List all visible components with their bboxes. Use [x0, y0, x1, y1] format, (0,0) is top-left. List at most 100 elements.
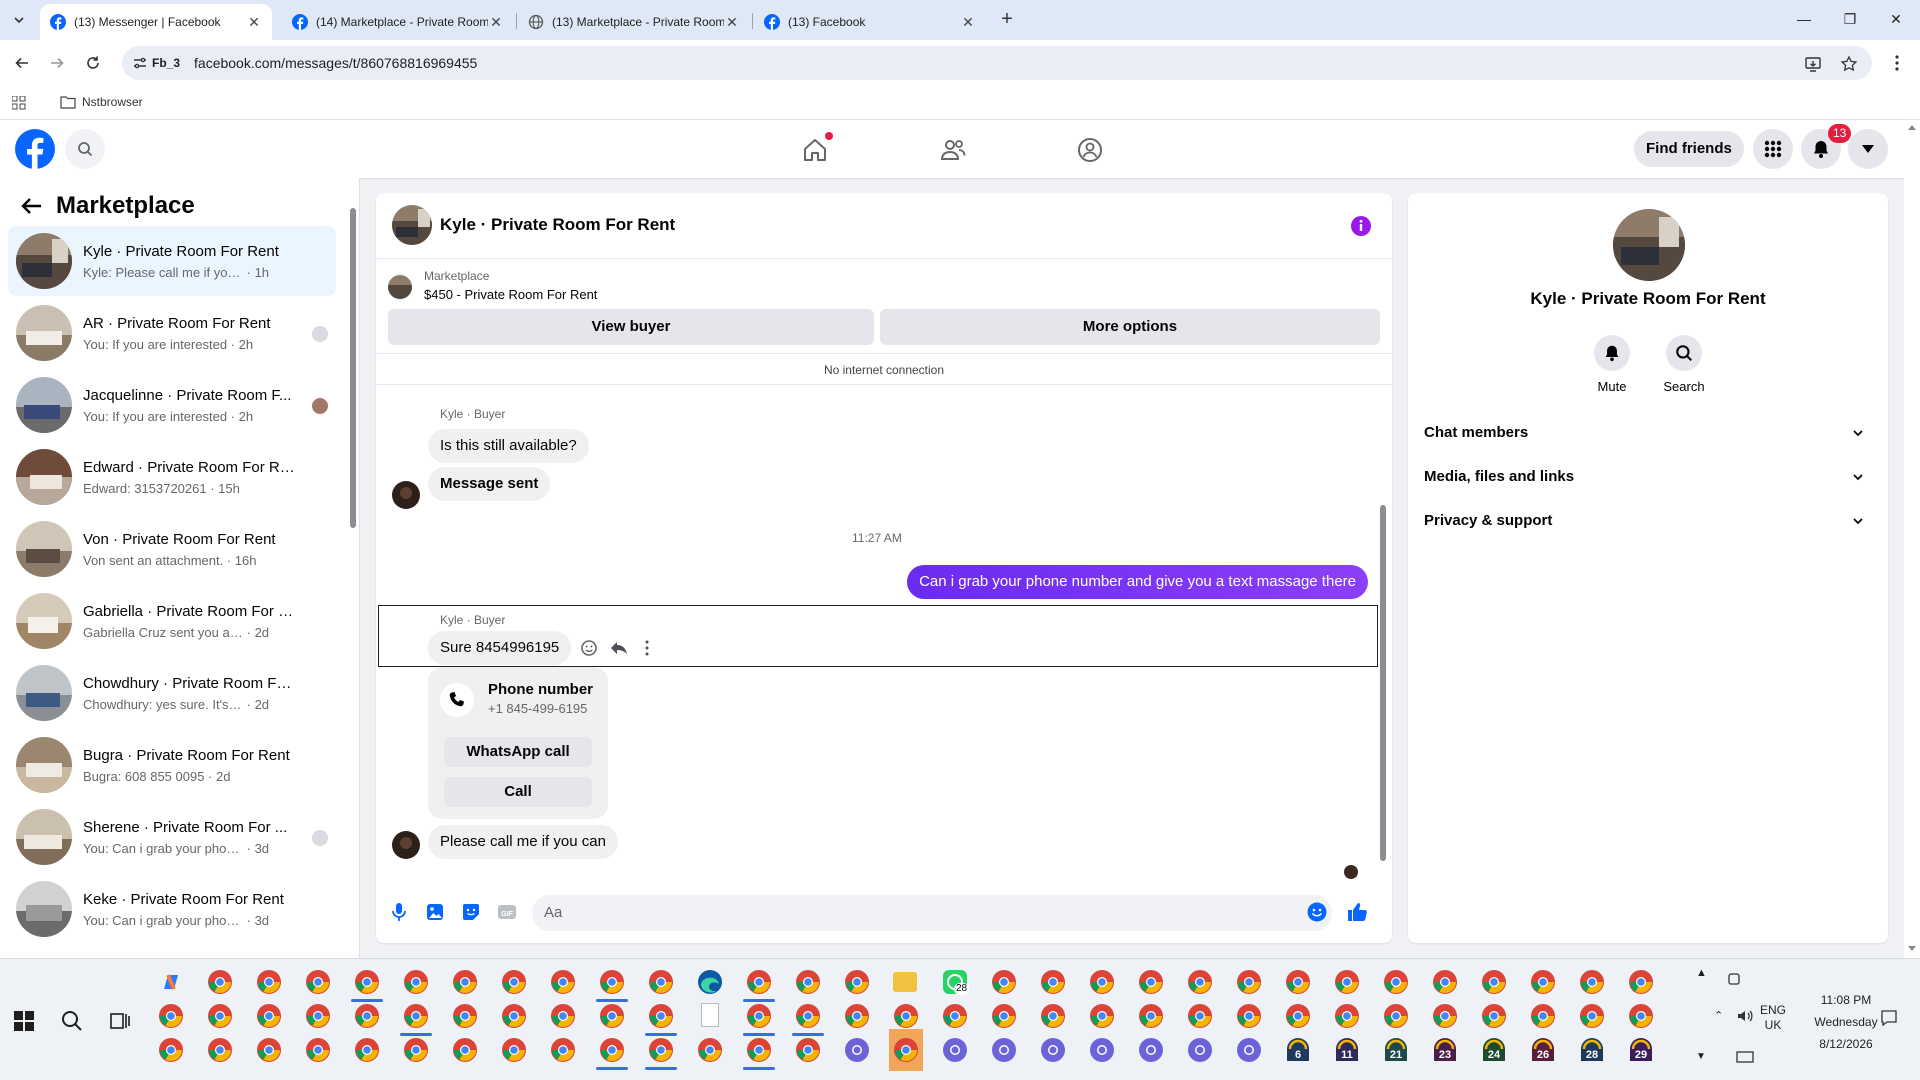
message-bubble[interactable]: Sure 8454996195 [428, 631, 572, 665]
tab-close-icon[interactable]: ✕ [488, 14, 504, 31]
chrome-profile-icon[interactable] [305, 1003, 331, 1029]
restore-button[interactable]: ❐ [1838, 8, 1862, 32]
chrome-profile-icon[interactable] [452, 1003, 478, 1029]
menu-grid-button[interactable] [1753, 129, 1793, 169]
chat-list-item[interactable]: Jacquelinne · Private Room F... You: If … [8, 370, 336, 440]
chrome-profile-icon[interactable] [648, 1003, 674, 1029]
chrome-profile-icon[interactable] [648, 1037, 674, 1063]
chrome-icon[interactable] [893, 1037, 919, 1063]
site-info-chip[interactable]: Fb_3 [132, 55, 180, 71]
show-desktop-icon[interactable] [1736, 1051, 1754, 1065]
chrome-profile-icon[interactable] [354, 1003, 380, 1029]
chromium-variant-icon[interactable] [1089, 1037, 1115, 1063]
message-bubble[interactable]: Please call me if you can [428, 825, 618, 859]
chrome-profile-icon[interactable] [1138, 1003, 1164, 1029]
chrome-profile-icon[interactable] [207, 1037, 233, 1063]
tab-facebook[interactable]: (13) Facebook ✕ [754, 4, 986, 40]
tab-close-icon[interactable]: ✕ [724, 14, 740, 31]
message-bubble[interactable]: Message sent [428, 467, 551, 501]
chrome-profile-icon[interactable] [1432, 1003, 1458, 1029]
bookmark-star-icon[interactable] [1840, 55, 1858, 73]
chrome-profile-icon[interactable] [1334, 1003, 1360, 1029]
tab-search-chevron-icon[interactable] [8, 9, 30, 31]
chat-list-item[interactable]: Von · Private Room For Rent Von sent an … [8, 514, 336, 584]
microphone-icon[interactable] [388, 901, 410, 923]
tab-close-icon[interactable]: ✕ [960, 14, 976, 31]
reload-icon[interactable] [80, 50, 106, 76]
chat-list-item[interactable]: Keke · Private Room For Rent You: Can i … [8, 874, 336, 944]
chrome-profile-icon[interactable] [1579, 1003, 1605, 1029]
chrome-profile-icon[interactable] [403, 1003, 429, 1029]
install-app-icon[interactable] [1804, 55, 1822, 73]
facebook-search-button[interactable] [65, 129, 105, 169]
chrome-profile-icon[interactable] [697, 1037, 723, 1063]
friends-icon[interactable] [939, 136, 967, 164]
chat-list-item[interactable]: Edward · Private Room For Rent Edward: 3… [8, 442, 336, 512]
chrome-profile-icon[interactable] [1040, 969, 1066, 995]
chrome-profile-icon[interactable] [501, 969, 527, 995]
chromium-variant-icon[interactable] [1187, 1037, 1213, 1063]
media-files-links-section[interactable]: Media, files and links [1424, 463, 1880, 491]
back-arrow-icon[interactable] [9, 50, 35, 76]
chrome-profile-icon[interactable] [550, 1037, 576, 1063]
chrome-profile-icon[interactable] [844, 1003, 870, 1029]
browser-menu-icon[interactable] [1884, 50, 1910, 76]
apps-grid-icon[interactable] [12, 96, 26, 110]
chrome-profile-icon[interactable] [1530, 969, 1556, 995]
back-arrow-icon[interactable] [20, 194, 44, 218]
tab-close-icon[interactable]: ✕ [246, 14, 262, 31]
chrome-profile-icon[interactable] [599, 1003, 625, 1029]
chrome-profile-icon[interactable] [256, 969, 282, 995]
gif-icon[interactable]: GIF [496, 901, 518, 923]
chrome-profile-icon[interactable] [1285, 969, 1311, 995]
chrome-profile-icon[interactable] [1138, 969, 1164, 995]
chrome-profile-icon[interactable] [991, 1003, 1017, 1029]
chrome-profile-icon[interactable] [893, 1003, 919, 1029]
chrome-profile-icon[interactable] [844, 969, 870, 995]
chrome-profile-icon[interactable] [305, 969, 331, 995]
privacy-support-section[interactable]: Privacy & support [1424, 507, 1880, 535]
chrome-profile-icon[interactable] [795, 1037, 821, 1063]
chrome-profile-icon[interactable] [1481, 1003, 1507, 1029]
chrome-profile-icon[interactable] [207, 1003, 233, 1029]
chrome-profile-icon[interactable] [1530, 1003, 1556, 1029]
chrome-profile-icon[interactable] [599, 1037, 625, 1063]
chrome-profile-icon[interactable] [1628, 1003, 1654, 1029]
chrome-profile-icon[interactable] [795, 969, 821, 995]
more-options-button[interactable]: More options [880, 309, 1380, 345]
sticker-icon[interactable] [460, 901, 482, 923]
chrome-profile-icon[interactable] [1236, 1003, 1262, 1029]
view-buyer-button[interactable]: View buyer [388, 309, 874, 345]
call-button[interactable]: Call [444, 777, 592, 807]
groups-icon[interactable] [1076, 136, 1104, 164]
search-icon[interactable] [60, 1009, 84, 1033]
edge-icon[interactable] [697, 969, 723, 995]
chrome-profile-icon[interactable] [501, 1037, 527, 1063]
message-input[interactable]: Aa [532, 895, 1332, 931]
tray-battery-icon[interactable] [1726, 971, 1742, 987]
chrome-profile-icon[interactable] [1089, 969, 1115, 995]
blank-document-icon[interactable] [701, 1003, 719, 1027]
chrome-profile-icon[interactable] [648, 969, 674, 995]
chat-list-item[interactable]: Gabriella · Private Room For Rent Gabrie… [8, 586, 336, 656]
chrome-profile-icon[interactable] [1432, 969, 1458, 995]
chrome-profile-icon[interactable] [501, 1003, 527, 1029]
tab-messenger[interactable]: (13) Messenger | Facebook ✕ [40, 4, 272, 40]
address-bar[interactable]: Fb_3 facebook.com/messages/t/86076881696… [122, 46, 1872, 80]
chrome-profile-icon[interactable] [1481, 969, 1507, 995]
facebook-logo-icon[interactable] [15, 129, 55, 169]
chrome-profile-icon[interactable] [452, 1037, 478, 1063]
tray-chevron-up-icon[interactable]: ⌃ [1714, 1009, 1723, 1022]
file-explorer-icon[interactable] [893, 972, 917, 992]
chat-list-item[interactable]: Sherene · Private Room For ... You: Can … [8, 802, 336, 872]
messages-scrollbar[interactable] [1378, 505, 1388, 905]
conversation-title[interactable]: Kyle · Private Room For Rent [440, 215, 675, 235]
chrome-profile-icon[interactable] [256, 1037, 282, 1063]
input-language[interactable]: ENG UK [1760, 1003, 1786, 1033]
message-bubble[interactable]: Is this still available? [428, 429, 589, 463]
my-message-bubble[interactable]: Can i grab your phone number and give yo… [907, 565, 1368, 599]
listing-avatar[interactable] [392, 205, 432, 245]
forward-arrow-icon[interactable] [44, 50, 70, 76]
chrome-profile-icon[interactable] [354, 969, 380, 995]
chrome-profile-icon[interactable] [746, 1037, 772, 1063]
